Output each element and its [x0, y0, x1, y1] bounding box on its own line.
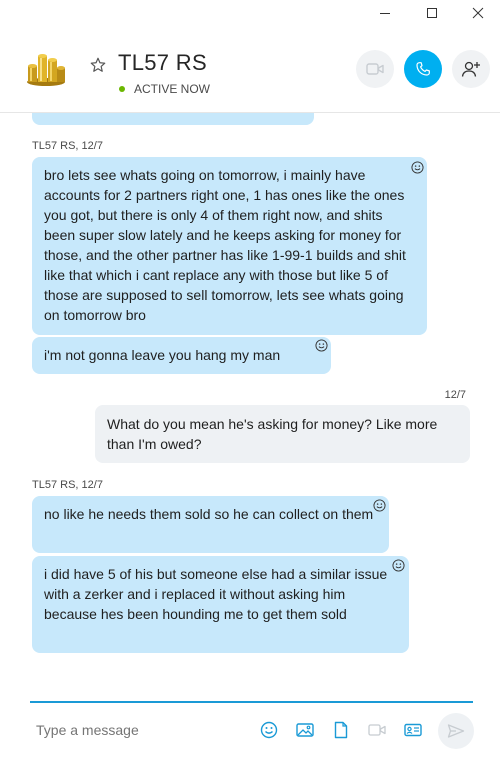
audio-call-button[interactable]: [404, 50, 442, 88]
gold-coins-avatar-icon: [27, 54, 65, 86]
incoming-message-bubble[interactable]: no like he needs them sold so he can col…: [32, 496, 389, 553]
image-icon: [296, 723, 314, 737]
message-text: i did have 5 of his but someone else had…: [44, 566, 388, 622]
message-text: i'm not gonna leave you hang my man: [44, 347, 281, 363]
incoming-message-bubble[interactable]: bro lets see whats going on tomorrow, i …: [32, 157, 427, 335]
title-bar: [0, 0, 500, 26]
emoji-button[interactable]: [260, 721, 278, 739]
add-participant-button[interactable]: [452, 50, 490, 88]
incoming-message-bubble[interactable]: i did have 5 of his but someone else had…: [32, 556, 409, 653]
smiley-reaction-icon[interactable]: [411, 161, 424, 174]
sender-line: TL57 RS, 12/7: [32, 140, 103, 152]
previous-message-bubble: [32, 113, 314, 125]
sender-line: TL57 RS, 12/7: [32, 479, 103, 491]
outgoing-message-bubble[interactable]: What do you mean he's asking for money? …: [95, 405, 470, 463]
contact-card-icon: [404, 723, 422, 737]
add-person-icon: [461, 61, 480, 77]
avatar[interactable]: [24, 48, 68, 88]
incoming-message-bubble[interactable]: i'm not gonna leave you hang my man: [32, 337, 331, 374]
smiley-reaction-icon[interactable]: [392, 559, 405, 572]
message-input[interactable]: [36, 722, 236, 738]
maximize-button[interactable]: [409, 0, 455, 26]
video-call-button[interactable]: [356, 50, 394, 88]
favorite-star-icon[interactable]: [89, 56, 107, 74]
message-list[interactable]: TL57 RS, 12/7 bro lets see whats going o…: [0, 113, 500, 693]
minimize-button[interactable]: [362, 0, 408, 26]
phone-icon: [416, 62, 430, 76]
minimize-icon: [380, 13, 390, 14]
online-status-dot: [119, 86, 125, 92]
compose-bar: [0, 693, 500, 764]
compose-focus-line: [30, 701, 473, 703]
emoji-icon: [260, 721, 278, 739]
file-icon: [334, 721, 348, 739]
smiley-reaction-icon[interactable]: [373, 499, 386, 512]
status-text: ACTIVE NOW: [134, 82, 211, 96]
smiley-reaction-icon[interactable]: [315, 339, 328, 352]
contact-name[interactable]: TL57 RS: [118, 50, 207, 76]
send-image-button[interactable]: [296, 721, 314, 739]
video-camera-icon: [366, 63, 384, 75]
message-text: bro lets see whats going on tomorrow, i …: [44, 167, 406, 323]
presence-status: ACTIVE NOW: [119, 82, 210, 96]
message-text: What do you mean he's asking for money? …: [107, 416, 438, 452]
close-button[interactable]: [455, 0, 500, 26]
message-timestamp: 12/7: [444, 389, 466, 401]
send-contact-button[interactable]: [404, 721, 422, 739]
conversation-header: TL57 RS ACTIVE NOW: [0, 26, 500, 113]
send-file-button[interactable]: [332, 721, 350, 739]
send-arrow-icon: [447, 724, 465, 738]
close-icon: [472, 7, 484, 19]
send-button[interactable]: [438, 713, 474, 749]
video-message-icon: [368, 724, 386, 736]
maximize-icon: [427, 8, 437, 18]
message-text: no like he needs them sold so he can col…: [44, 506, 374, 522]
video-message-button[interactable]: [368, 721, 386, 739]
